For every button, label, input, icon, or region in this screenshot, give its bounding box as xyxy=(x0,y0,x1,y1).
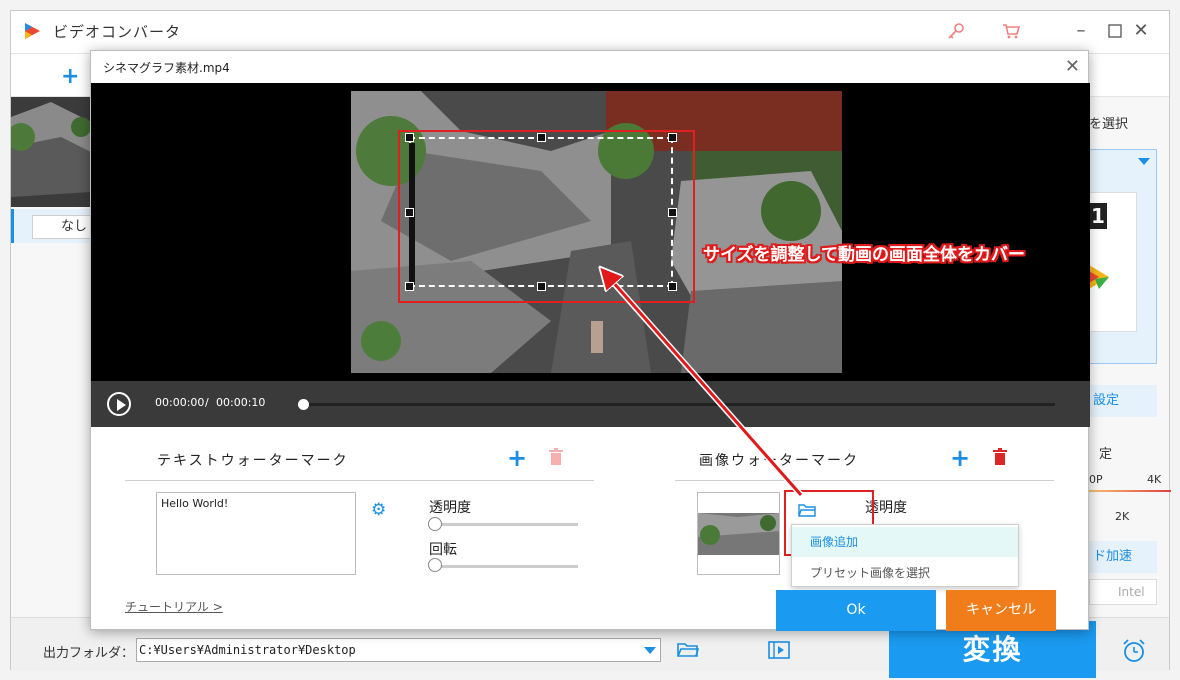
close-icon[interactable]: ✕ xyxy=(1129,19,1153,43)
output-path-text: C:¥Users¥Administrator¥Desktop xyxy=(139,643,356,657)
progress-knob[interactable] xyxy=(298,399,309,410)
format-card[interactable]: 1 xyxy=(1089,149,1157,364)
menu-item-preset-image[interactable]: プリセット画像を選択 xyxy=(792,558,1018,588)
menu-item-add-image-label: 画像追加 xyxy=(810,535,859,549)
add-text-plus-icon[interactable]: + xyxy=(507,446,527,470)
opacity-label: 透明度 xyxy=(429,500,471,516)
chevron-down-icon[interactable] xyxy=(1138,158,1150,165)
ok-button[interactable]: Ok xyxy=(776,590,936,631)
thumbnail-image xyxy=(11,97,91,207)
trash-icon[interactable] xyxy=(993,448,1007,466)
watermark-text-input[interactable]: Hello World! xyxy=(156,492,356,575)
video-preview: サイズを調整して動画の画面全体をカバー xyxy=(91,83,1090,381)
watermark-image-thumbnail[interactable] xyxy=(697,492,780,575)
settings-button[interactable]: 設定 xyxy=(1089,385,1157,417)
output-folder-label: 出力フォルダ： xyxy=(43,646,135,661)
alarm-icon[interactable] xyxy=(1121,638,1147,664)
player-controls: 00:00:00 / 00:00:10 xyxy=(91,381,1090,427)
time-total: 00:00:10 xyxy=(216,396,266,409)
image-add-menu: 画像追加 プリセット画像を選択 xyxy=(791,524,1019,587)
watermark-text-value: Hello World! xyxy=(161,497,229,510)
app-logo-icon xyxy=(25,23,40,39)
res-mid-label: 2K xyxy=(1115,510,1130,523)
film-icon[interactable] xyxy=(768,640,790,660)
resolution-slider[interactable] xyxy=(1089,490,1171,492)
hw-accel-label: ド加速 xyxy=(1093,549,1133,564)
rotation-label: 回転 xyxy=(429,542,457,558)
cancel-button[interactable]: キャンセル xyxy=(946,590,1056,631)
ok-button-label: Ok xyxy=(846,602,866,618)
annotation-highlight-box xyxy=(398,130,695,303)
intel-toggle[interactable]: Intel xyxy=(1089,579,1157,605)
rotation-slider[interactable] xyxy=(435,565,578,568)
image-watermark-title: 画像ウォーターマーク xyxy=(699,453,859,469)
play-icon[interactable] xyxy=(107,392,131,416)
rotation-slider-knob[interactable] xyxy=(428,558,442,572)
intel-label: Intel xyxy=(1118,585,1145,599)
quality-label: 定 xyxy=(1099,447,1113,462)
dialog-title: シネマグラフ素材.mp4 xyxy=(103,61,230,75)
opacity-slider[interactable] xyxy=(435,523,578,526)
res-high-label: 4K xyxy=(1147,473,1162,486)
cancel-button-label: キャンセル xyxy=(966,602,1036,618)
maximize-icon[interactable] xyxy=(1103,19,1127,43)
convert-button-label: 変換 xyxy=(962,633,1023,666)
gear-icon[interactable]: ⚙ xyxy=(371,500,386,520)
key-icon[interactable] xyxy=(946,21,966,41)
format-logo-icon xyxy=(1089,265,1109,289)
watermark-none-field[interactable]: なし xyxy=(32,215,92,239)
menu-item-add-image[interactable]: 画像追加 xyxy=(792,527,1018,557)
app-title: ビデオコンバータ xyxy=(53,23,182,41)
text-watermark-selector[interactable]: T なし xyxy=(11,209,92,243)
screen: ビデオコンバータ – ✕ + なし を選択 1 設定 定 0P 4K 2K ド加… xyxy=(0,0,1180,680)
output-folder-field[interactable]: C:¥Users¥Administrator¥Desktop xyxy=(136,638,661,662)
watermark-none-label: なし xyxy=(61,219,88,234)
image-panel-divider xyxy=(675,480,1054,481)
tutorial-link[interactable]: チュートリアル > xyxy=(125,598,223,615)
settings-button-label: 設定 xyxy=(1093,393,1120,408)
menu-item-preset-image-label: プリセット画像を選択 xyxy=(810,566,931,580)
add-image-plus-icon[interactable]: + xyxy=(950,446,970,470)
res-low-label: 0P xyxy=(1089,473,1103,486)
hw-accel-button[interactable]: ド加速 xyxy=(1089,541,1157,573)
progress-track[interactable] xyxy=(303,403,1055,406)
cart-icon[interactable] xyxy=(1001,21,1021,41)
text-panel-divider xyxy=(125,480,594,481)
folder-icon[interactable] xyxy=(677,640,699,658)
add-file-plus-icon[interactable]: + xyxy=(61,64,79,89)
trash-icon[interactable] xyxy=(549,448,563,466)
time-separator: / xyxy=(205,396,209,409)
format-select-label: を選択 xyxy=(1089,117,1129,132)
text-watermark-title: テキストウォーターマーク xyxy=(157,453,349,469)
format-number-icon: 1 xyxy=(1089,203,1107,229)
chevron-down-icon[interactable] xyxy=(644,647,656,654)
close-icon[interactable]: ✕ xyxy=(1065,56,1080,77)
minimize-icon[interactable]: – xyxy=(1069,19,1093,43)
format-preview: 1 xyxy=(1089,192,1137,332)
watermark-image-preview xyxy=(698,493,779,574)
title-bar: ビデオコンバータ – ✕ xyxy=(11,11,1169,53)
file-thumbnail[interactable] xyxy=(11,97,91,207)
watermark-dialog: シネマグラフ素材.mp4 ✕ サイズを調整して動画の画面全体をカバー 00:00… xyxy=(90,50,1090,631)
time-current: 00:00:00 xyxy=(155,396,205,409)
opacity-slider-knob[interactable] xyxy=(428,517,442,531)
annotation-text: サイズを調整して動画の画面全体をカバー xyxy=(703,245,1025,265)
right-panel: を選択 1 設定 定 0P 4K 2K ド加速 Intel xyxy=(1089,97,1171,617)
